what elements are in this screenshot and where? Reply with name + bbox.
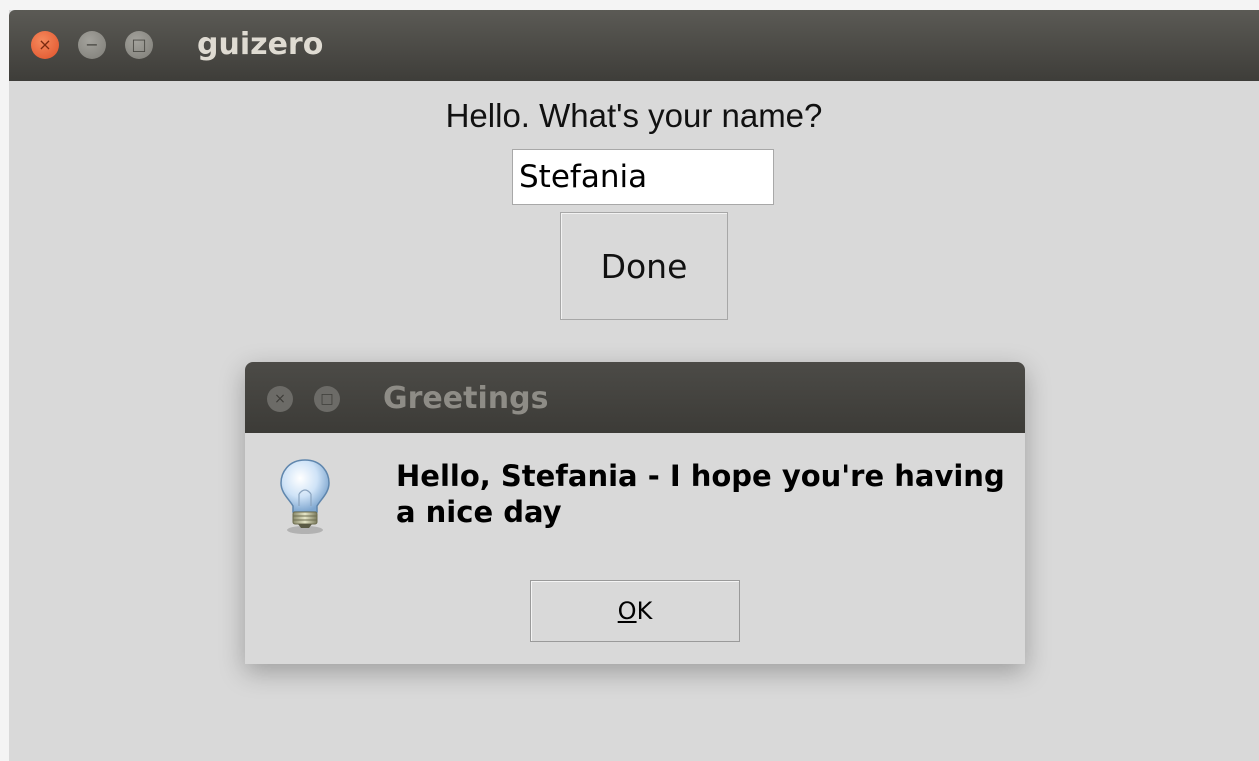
dialog-titlebar[interactable]: × □ Greetings <box>245 362 1025 433</box>
dialog-close-button[interactable]: × <box>267 386 293 412</box>
dialog-title: Greetings <box>383 381 549 416</box>
ok-label-rest: K <box>636 597 653 625</box>
name-prompt-label: Hello. What's your name? <box>445 97 823 134</box>
close-icon: × <box>274 391 286 407</box>
ok-mnemonic: O <box>617 597 637 625</box>
dialog-message: Hello, Stefania - I hope you're having a… <box>396 459 1005 529</box>
minimize-icon: − <box>85 35 99 54</box>
maximize-icon: □ <box>320 391 334 407</box>
close-icon: × <box>38 35 52 54</box>
window-title: guizero <box>197 27 324 62</box>
close-window-button[interactable]: × <box>31 31 59 59</box>
lightbulb-icon <box>280 459 330 534</box>
done-button[interactable]: Done <box>560 212 728 320</box>
ok-button[interactable]: OK <box>530 580 740 642</box>
dialog-maximize-button[interactable]: □ <box>314 386 340 412</box>
maximize-window-button[interactable]: □ <box>125 31 153 59</box>
maximize-icon: □ <box>131 35 147 54</box>
name-input[interactable] <box>512 149 774 205</box>
minimize-window-button[interactable]: − <box>78 31 106 59</box>
greetings-dialog: × □ Greetings Hello, Stefania - I hope y… <box>245 362 1025 664</box>
main-titlebar[interactable]: × − □ guizero <box>9 10 1259 81</box>
